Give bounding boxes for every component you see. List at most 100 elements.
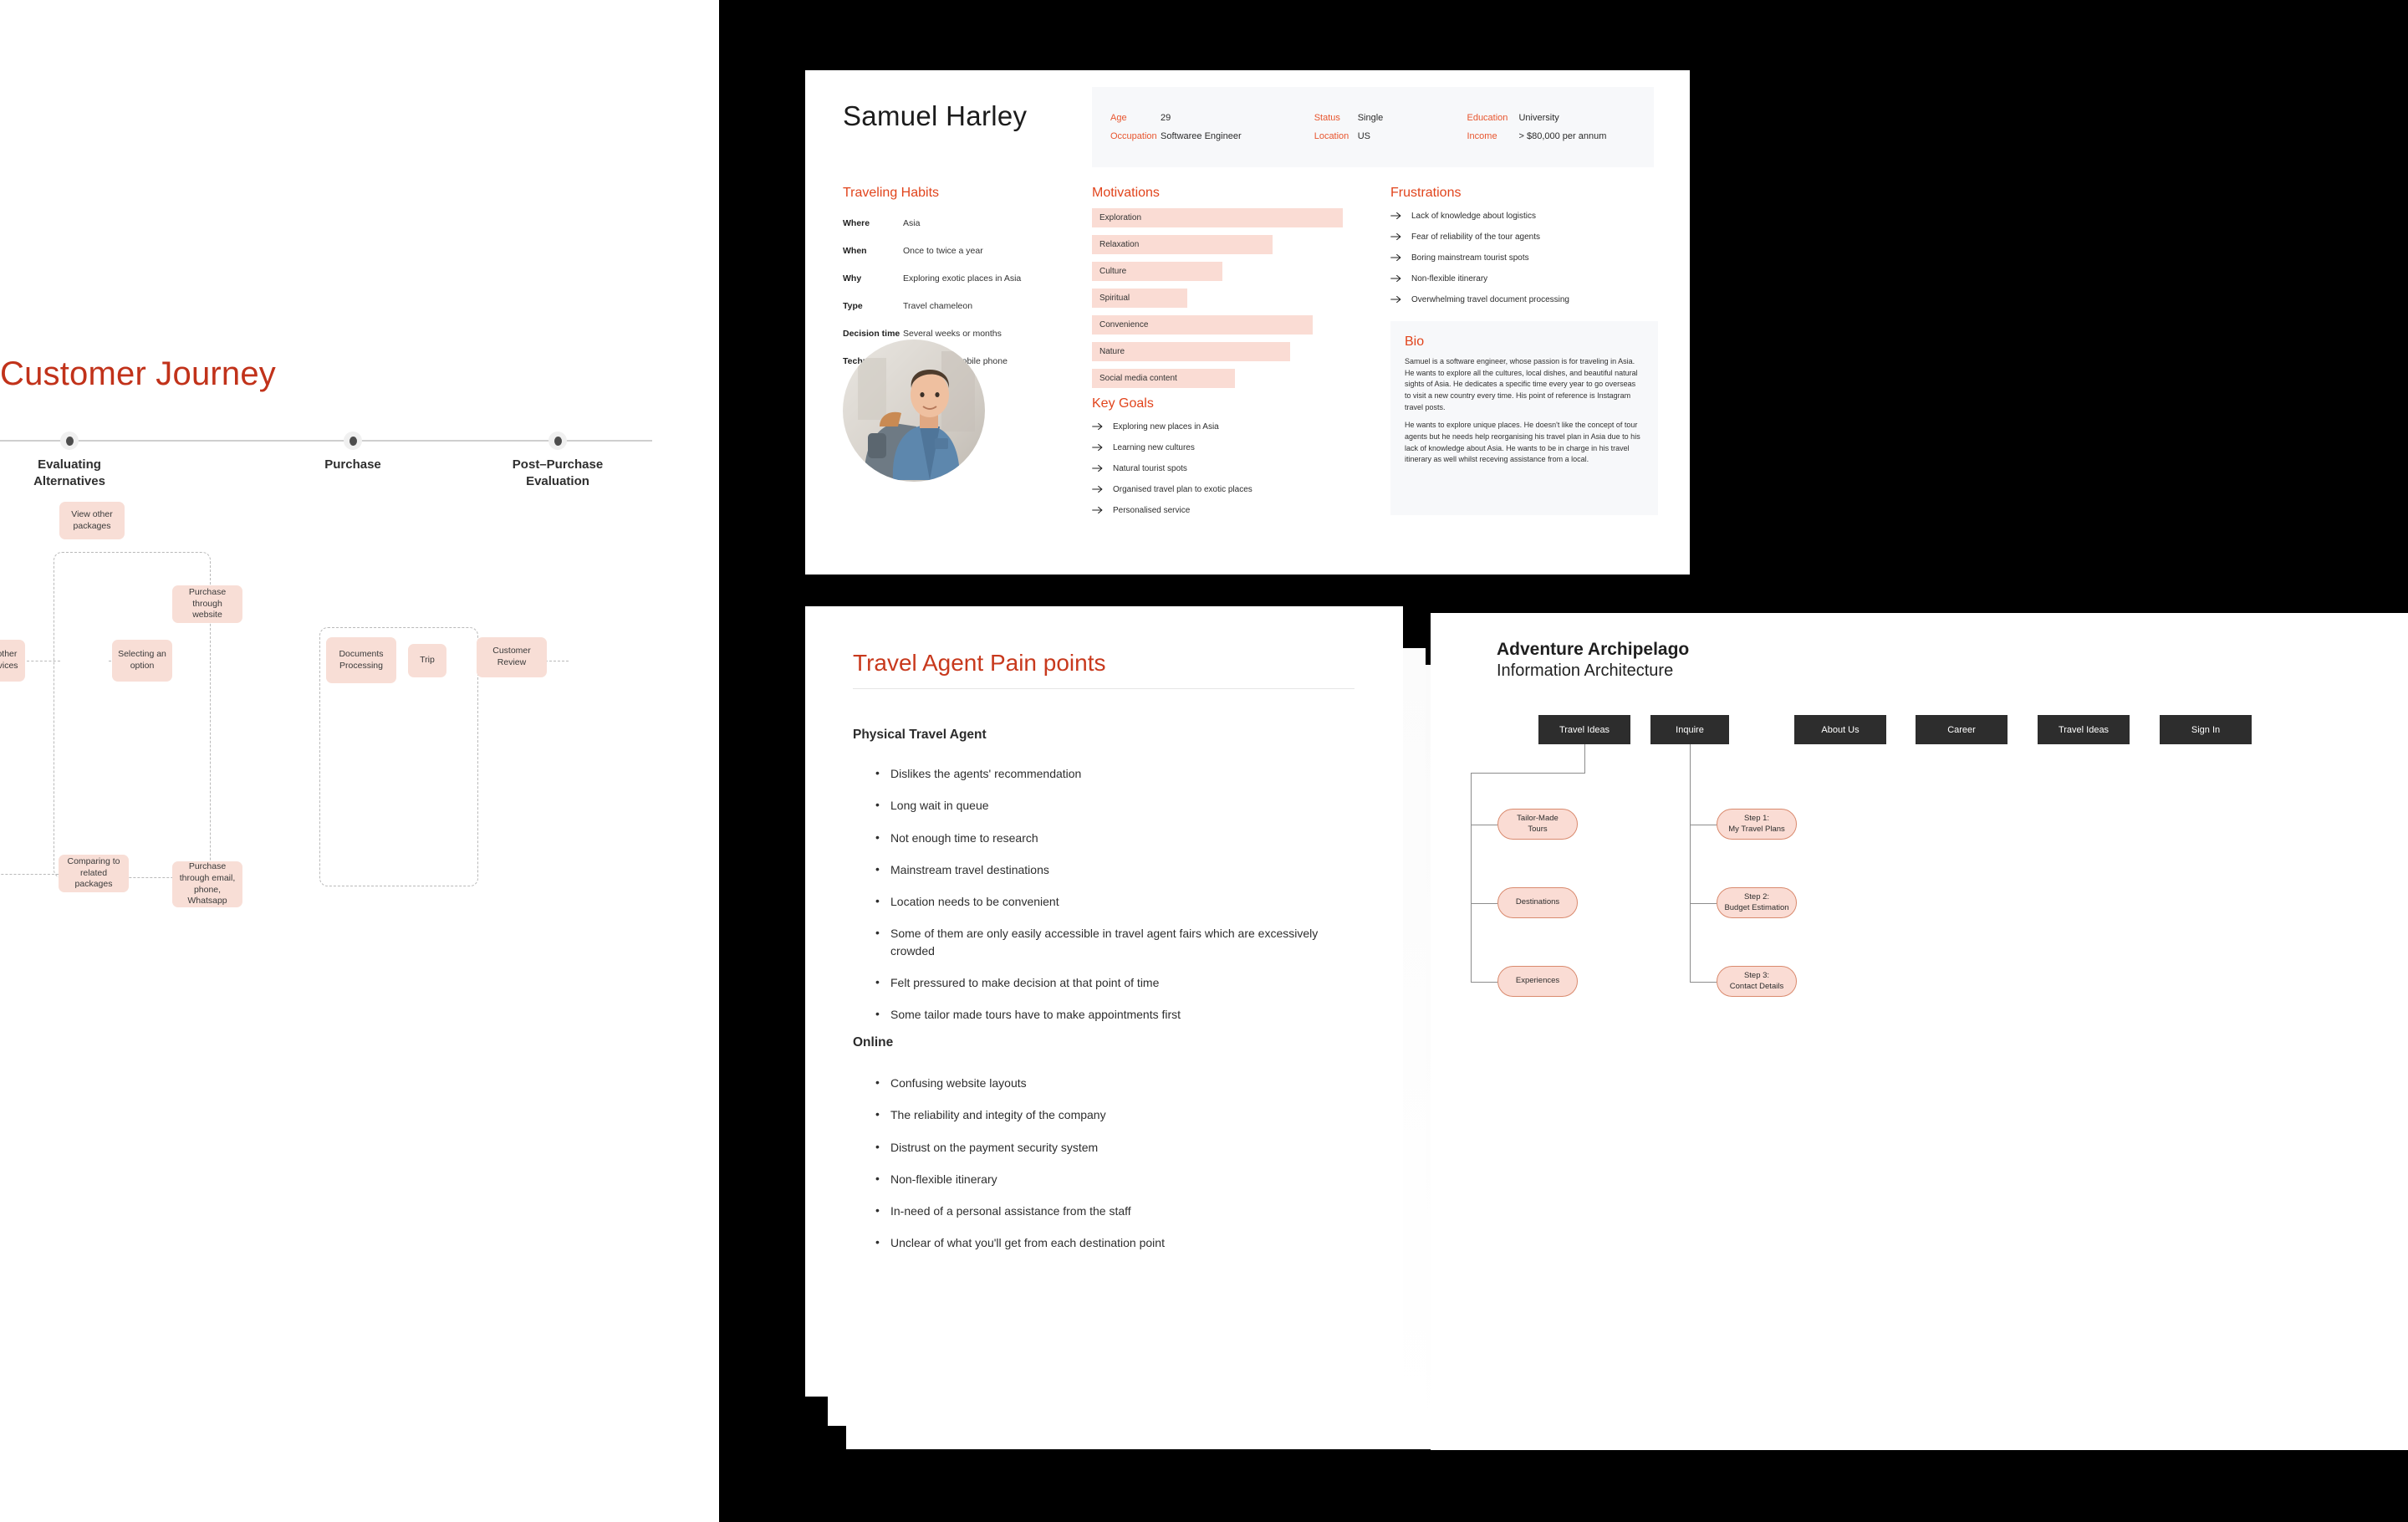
frustration-item: Fear of reliability of the tour agents (1390, 232, 1658, 243)
timeline-dot-evaluating (60, 432, 79, 450)
customer-journey-card: Customer Journey Evaluating Alternatives… (0, 0, 719, 1522)
ia-connector-travel-ideas-bus (1471, 773, 1585, 774)
ia-node-step-3-contact-details[interactable]: Step 3: Contact Details (1717, 966, 1797, 997)
arrow-right-icon (1390, 253, 1402, 263)
arrow-right-icon (1092, 484, 1104, 494)
pain-points-divider (853, 688, 1354, 689)
meta-row-location: Location US (1314, 131, 1467, 141)
bio-paragraph-2: He wants to explore unique places. He do… (1405, 421, 1640, 464)
pain-point-item: Confusing website layouts (875, 1074, 1344, 1091)
ia-nav-travel-ideas[interactable]: Travel Ideas (1538, 715, 1630, 744)
pain-point-item: Long wait in queue (875, 796, 1344, 814)
timeline-label-evaluating: Evaluating Alternatives (33, 457, 105, 488)
frustration-item: Boring mainstream tourist spots (1390, 253, 1658, 263)
motivation-bar-nature: Nature (1092, 342, 1290, 361)
ia-connector-travel-ideas-rail (1471, 773, 1472, 982)
arrow-right-icon (1390, 232, 1402, 242)
habit-row-where: Where Asia (843, 218, 1064, 228)
arrow-right-icon (1092, 463, 1104, 473)
arrow-right-icon (1390, 211, 1402, 221)
motivations-section: Motivations Exploration Relaxation Cultu… (1092, 186, 1343, 388)
frustrations-section: Frustrations Lack of knowledge about log… (1390, 186, 1658, 305)
journey-node-customer-review[interactable]: Customer Review (477, 637, 547, 677)
meta-row-status: Status Single (1314, 113, 1467, 123)
meta-column-1: Age 29 Occupation Softwaree Engineer (1110, 100, 1314, 154)
pain-points-card: Travel Agent Pain points Physical Travel… (805, 606, 1403, 1397)
pain-point-item: Mainstream travel destinations (875, 861, 1344, 878)
meta-value-status: Single (1357, 113, 1384, 123)
ia-nav-inquire[interactable]: Inquire (1650, 715, 1729, 744)
persona-meta-panel: Age 29 Occupation Softwaree Engineer Sta… (1092, 87, 1654, 167)
arrow-right-icon (1390, 273, 1402, 283)
key-goal-item: Learning new cultures (1092, 443, 1360, 453)
ia-nav-travel-ideas-2[interactable]: Travel Ideas (2038, 715, 2130, 744)
pain-point-item: The reliability and integity of the comp… (875, 1106, 1344, 1123)
pain-point-item: Non-flexible itinerary (875, 1170, 1344, 1187)
arrow-right-icon (1092, 442, 1104, 452)
habit-value-where: Asia (903, 218, 921, 228)
ia-node-destinations[interactable]: Destinations (1497, 887, 1578, 918)
pain-point-item: Unclear of what you'll get from each des… (875, 1233, 1344, 1251)
journey-node-look-for-other-travel-services[interactable]: Look for other travel services (0, 640, 25, 682)
meta-value-age: 29 (1161, 113, 1171, 123)
journey-node-view-other-packages[interactable]: View other packages (59, 502, 125, 539)
meta-row-income: Income > $80,000 per annum (1467, 131, 1635, 141)
habit-key-why: Why (843, 273, 862, 283)
meta-row-age: Age 29 (1110, 113, 1314, 123)
journey-node-purchase-through-email-phone-whatsapp[interactable]: Purchase through email, phone, Whatsapp (172, 861, 242, 907)
pain-point-item: In-need of a personal assistance from th… (875, 1202, 1344, 1219)
frustration-item: Non-flexible itinerary (1390, 274, 1658, 284)
meta-key-status: Status (1314, 113, 1340, 123)
timeline-dot-purchase (344, 432, 362, 450)
motivation-bar-social-media-content: Social media content (1092, 369, 1235, 388)
meta-row-occupation: Occupation Softwaree Engineer (1110, 131, 1314, 141)
habit-key-when: When (843, 246, 867, 256)
timeline-label-purchase: Purchase (324, 457, 381, 472)
ia-node-step-2-budget-estimation[interactable]: Step 2: Budget Estimation (1717, 887, 1797, 918)
bio-heading: Bio (1405, 335, 1425, 349)
customer-journey-title: Customer Journey (0, 355, 276, 392)
journey-node-trip[interactable]: Trip (408, 644, 446, 677)
habit-row-type: Type Travel chameleon (843, 301, 1064, 311)
arrow-right-icon (1092, 505, 1104, 515)
pain-point-item: Felt pressured to make decision at that … (875, 973, 1344, 991)
pain-point-item: Not enough time to research (875, 829, 1344, 846)
meta-key-income: Income (1467, 131, 1497, 141)
ia-nav-about-us[interactable]: About Us (1794, 715, 1886, 744)
pain-points-list-physical: Dislikes the agents' recommendation Long… (875, 764, 1344, 1039)
journey-node-purchase-through-website[interactable]: Purchase through website (172, 585, 242, 623)
persona-avatar (843, 340, 985, 482)
meta-value-education: University (1518, 113, 1559, 123)
arrow-right-icon (1092, 421, 1104, 432)
habit-value-why: Exploring exotic places in Asia (903, 273, 1022, 283)
key-goals-heading: Key Goals (1092, 396, 1154, 411)
ia-title: Adventure Archipelago (1497, 640, 1690, 659)
traveling-habits-section: Traveling Habits Where Asia When Once to… (843, 186, 1064, 366)
key-goal-item: Organised travel plan to exotic places (1092, 485, 1360, 495)
meta-key-location: Location (1314, 131, 1349, 141)
motivation-bar-convenience: Convenience (1092, 315, 1313, 335)
bio-panel: Bio Samuel is a software engineer, whose… (1390, 321, 1658, 515)
motivation-bar-spiritual: Spiritual (1092, 289, 1187, 308)
meta-column-2: Status Single Location US (1314, 100, 1467, 154)
ia-connector-travel-ideas-stem (1584, 744, 1586, 774)
arrow-right-icon (1390, 294, 1402, 304)
ia-nav-career[interactable]: Career (1916, 715, 2008, 744)
persona-name: Samuel Harley (843, 100, 1028, 131)
frustration-item: Overwhelming travel document processing (1390, 295, 1658, 305)
meta-row-education: Education University (1467, 113, 1635, 123)
frustration-item: Lack of knowledge about logistics (1390, 212, 1658, 222)
habit-value-type: Travel chameleon (903, 301, 973, 311)
ia-nav-sign-in[interactable]: Sign In (2160, 715, 2252, 744)
journey-node-selecting-an-option[interactable]: Selecting an option (112, 640, 172, 682)
journey-link-bottom-left (0, 874, 59, 875)
journey-node-documents-processing[interactable]: Documents Processing (326, 637, 396, 683)
habit-value-when: Once to twice a year (903, 246, 983, 256)
ia-node-experiences[interactable]: Experiences (1497, 966, 1578, 997)
habit-key-where: Where (843, 218, 870, 228)
pain-point-item: Some of them are only easily accessible … (875, 924, 1344, 959)
journey-node-comparing-to-related-packages[interactable]: Comparing to related packages (59, 855, 129, 892)
motivations-heading: Motivations (1092, 186, 1160, 200)
ia-node-tailor-made-tours[interactable]: Tailor-Made Tours (1497, 809, 1578, 840)
ia-node-step-1-my-travel-plans[interactable]: Step 1: My Travel Plans (1717, 809, 1797, 840)
